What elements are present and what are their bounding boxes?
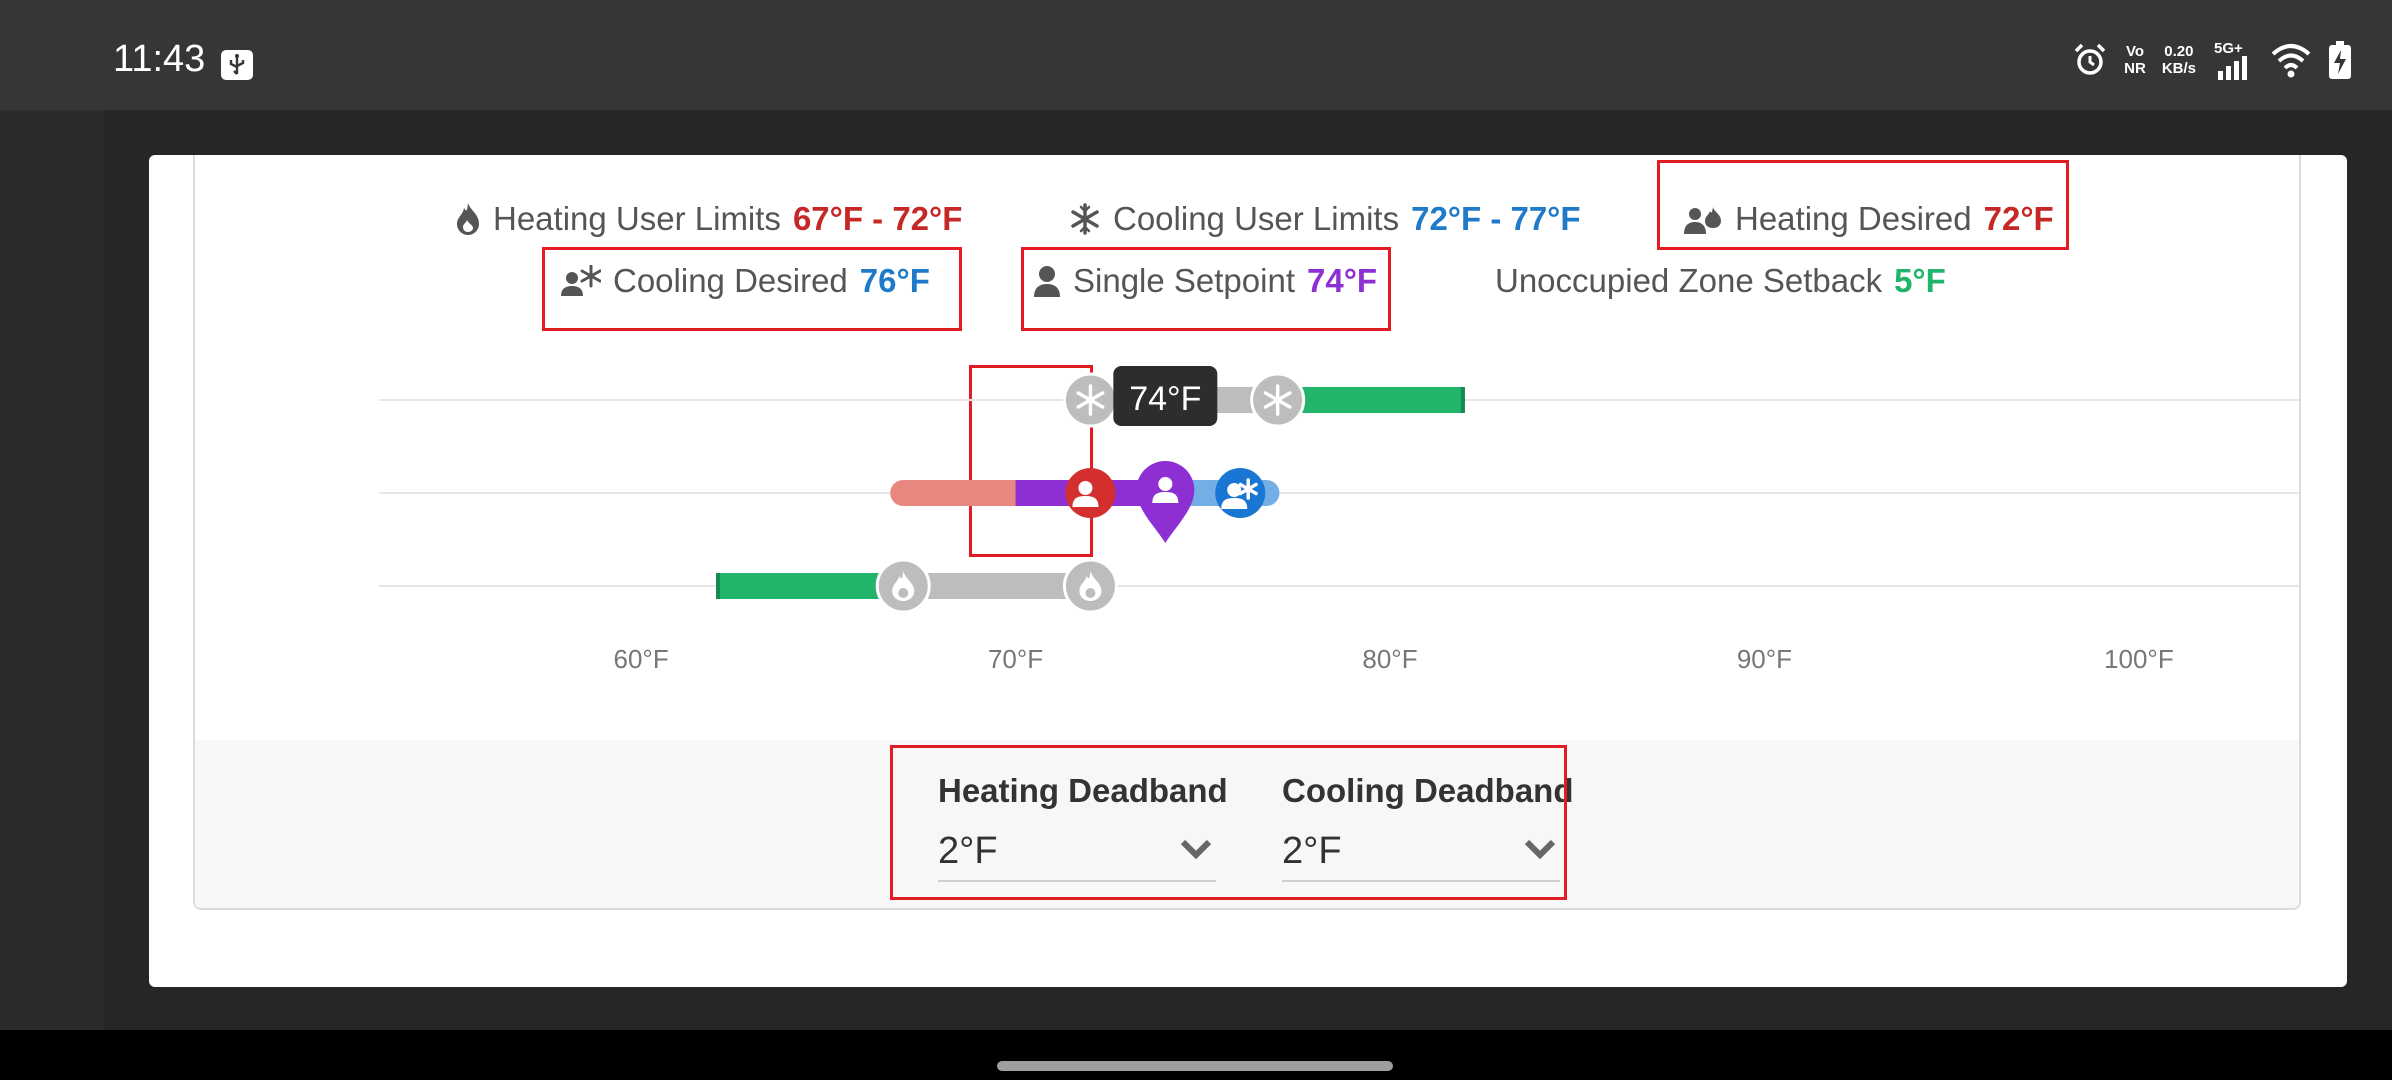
network-speed: 0.20 KB/s (2161, 43, 2196, 77)
battery-charging-icon (2329, 41, 2351, 79)
signal-icon: 5G+ (2212, 40, 2254, 80)
heating-desired-handle[interactable] (1065, 468, 1116, 518)
navigation-bar (0, 1030, 2392, 1080)
flame-icon-inner (1085, 588, 1096, 598)
usb-icon (221, 50, 253, 80)
highlight-deadband (890, 745, 1567, 900)
status-bar: 11:43 Vo NR 0.20 KB/s 5G+ (0, 0, 2392, 110)
axis-tick-label: 90°F (1737, 644, 1792, 674)
axis-tick-label: 70°F (988, 644, 1043, 674)
axis-tick-label: 100°F (2104, 644, 2174, 674)
alarm-icon (2074, 43, 2106, 75)
clock: 11:43 (113, 38, 206, 80)
user-flame-icon-head (1078, 481, 1093, 495)
left-panel (0, 110, 104, 1030)
status-icons: Vo NR 0.20 KB/s 5G+ (2072, 40, 2352, 80)
wifi-icon (2271, 44, 2311, 78)
heating-setback-start (716, 573, 720, 599)
flame-icon-inner (898, 588, 909, 598)
setpoint-card: Heating User Limits 67°F - 72°F Cooling … (193, 155, 2301, 910)
duration-heading: DURATION (193, 978, 349, 987)
volte-indicator: Vo NR (2124, 43, 2146, 77)
axis-tick-label: 80°F (1362, 644, 1417, 674)
axis-tick-label: 60°F (614, 644, 669, 674)
setpoint-tooltip-text: 74°F (1129, 380, 1201, 418)
home-indicator[interactable] (997, 1061, 1393, 1071)
cooling-setback-end (1460, 387, 1465, 413)
user-icon-head (1158, 477, 1173, 491)
